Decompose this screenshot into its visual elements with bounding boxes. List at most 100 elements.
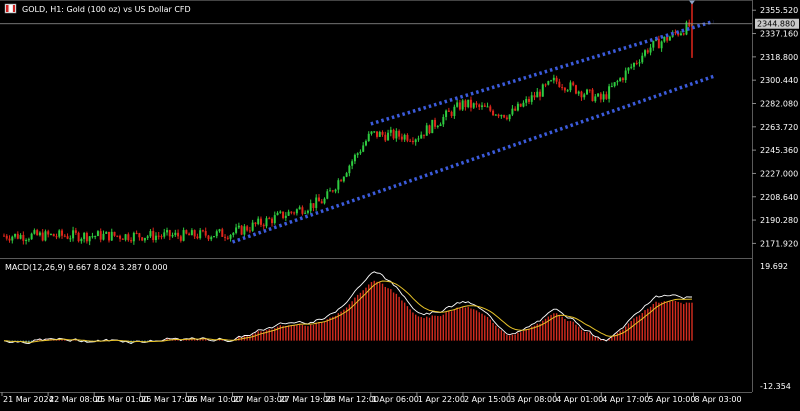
- candle-body: [550, 80, 553, 82]
- candle-body: [348, 165, 351, 174]
- candle-body: [74, 230, 77, 233]
- candle-body: [5, 235, 8, 239]
- candle-body: [171, 235, 174, 237]
- candle-body: [492, 110, 495, 116]
- candle-body: [389, 129, 392, 133]
- candle-body: [450, 111, 453, 116]
- candle-body: [11, 236, 14, 241]
- candle-body: [345, 173, 348, 177]
- price-label: 2355.520: [760, 6, 798, 15]
- candle-body: [666, 36, 669, 41]
- candle-body: [395, 130, 398, 139]
- candle-body: [160, 236, 163, 238]
- window-menu-icon[interactable]: [4, 3, 17, 14]
- candle-body: [373, 131, 376, 133]
- candle-body: [224, 236, 227, 238]
- candle-body: [586, 89, 589, 95]
- candle-body: [461, 100, 464, 110]
- candle-body: [152, 231, 155, 241]
- candle-body: [458, 102, 461, 110]
- candle-body: [442, 116, 445, 125]
- candle-body: [682, 33, 685, 35]
- time-label: 1 Apr 06:00: [372, 395, 419, 404]
- candle-body: [204, 230, 207, 236]
- candle-body: [367, 133, 370, 142]
- candle-body: [262, 224, 265, 227]
- candle-body: [320, 201, 323, 204]
- candle-body: [563, 87, 566, 91]
- candle-body: [644, 50, 647, 56]
- candle-body: [259, 218, 262, 225]
- price-label: 2337.160: [760, 30, 798, 39]
- candle-body: [138, 233, 141, 238]
- candle-body: [196, 236, 199, 239]
- time-label: 2 Apr 15:00: [464, 395, 511, 404]
- candle-body: [453, 106, 456, 116]
- time-label: 3 Apr 08:00: [510, 395, 557, 404]
- candle-body: [522, 102, 525, 107]
- candle-body: [475, 103, 478, 105]
- candle-body: [301, 207, 304, 214]
- price-label: 2263.720: [760, 123, 798, 132]
- candle-body: [243, 226, 246, 235]
- candle-body: [58, 230, 61, 237]
- price-label: 2208.640: [760, 193, 798, 202]
- candle-body: [44, 231, 47, 241]
- candle-body: [127, 234, 130, 241]
- candle-body: [52, 233, 55, 237]
- candle-body: [539, 91, 542, 97]
- candle-body: [516, 103, 519, 111]
- candle-body: [340, 180, 343, 182]
- candle-body: [41, 232, 44, 241]
- candle-body: [599, 93, 602, 100]
- time-label: 5 Apr 10:00: [648, 395, 695, 404]
- candle-body: [558, 81, 561, 88]
- candle-body: [660, 41, 663, 49]
- price-label: 2318.800: [760, 53, 798, 62]
- candle-body: [527, 98, 530, 102]
- candle-body: [287, 211, 290, 216]
- candle-body: [306, 210, 309, 213]
- candle-body: [268, 218, 271, 220]
- candle-body: [627, 67, 630, 71]
- price-label: 2245.360: [760, 146, 798, 155]
- candle-body: [157, 235, 160, 237]
- candle-body: [119, 235, 122, 239]
- candle-body: [107, 231, 110, 241]
- candle-body: [210, 237, 213, 240]
- current-price-value: 2344.880: [757, 20, 795, 29]
- candle-body: [544, 84, 547, 86]
- time-label: 21 Mar 2024: [3, 395, 54, 404]
- candle-body: [154, 235, 157, 241]
- candle-body: [574, 85, 577, 94]
- candle-body: [38, 232, 41, 236]
- candle-body: [8, 238, 11, 241]
- candle-body: [398, 130, 401, 137]
- candle-body: [271, 218, 274, 224]
- candle-body: [257, 218, 260, 224]
- chart-window[interactable]: GOLD, H1: Gold (100 oz) vs US Dollar CFD…: [0, 0, 800, 407]
- candle-body: [279, 211, 282, 213]
- candle-body: [179, 236, 182, 241]
- candle-body: [467, 99, 470, 108]
- candle-body: [378, 132, 381, 137]
- candle-body: [411, 140, 414, 143]
- candle-body: [481, 105, 484, 107]
- candle-body: [630, 66, 633, 68]
- candle-body: [456, 102, 459, 107]
- candle-body: [69, 238, 72, 240]
- candle-body: [47, 231, 50, 235]
- candle-body: [594, 96, 597, 102]
- candle-body: [511, 108, 514, 115]
- candle-body: [387, 132, 390, 141]
- candle-body: [591, 89, 594, 102]
- candle-body: [143, 237, 146, 241]
- candle-body: [547, 81, 550, 85]
- candle-body: [561, 87, 564, 89]
- candle-body: [323, 198, 326, 204]
- candle-body: [182, 230, 185, 241]
- chart-title: GOLD, H1: Gold (100 oz) vs US Dollar CFD: [22, 5, 191, 14]
- candle-body: [483, 105, 486, 107]
- candle-body: [434, 119, 437, 127]
- candle-body: [273, 215, 276, 224]
